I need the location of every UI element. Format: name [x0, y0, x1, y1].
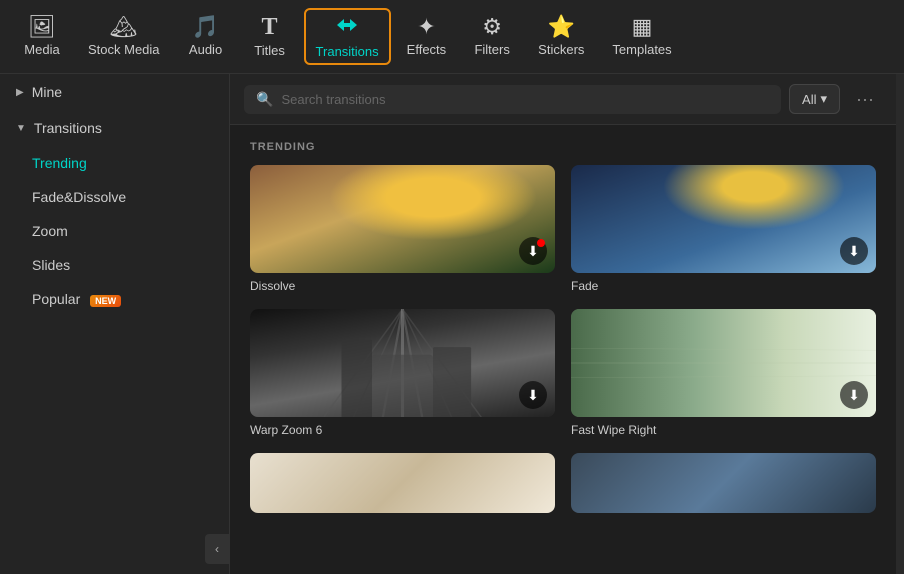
audio-icon: 🎵 — [192, 16, 219, 38]
thumbnail-fade: ⬇ — [571, 165, 876, 273]
download-warp-button[interactable]: ⬇ — [519, 381, 547, 409]
thumbnail-partial-1 — [250, 453, 555, 513]
sidebar-item-trending[interactable]: Trending — [0, 146, 229, 180]
stock-media-icon: 🏔 — [110, 16, 138, 38]
sidebar-section-transitions: ▼ Transitions Trending Fade&Dissolve Zoo… — [0, 110, 229, 316]
thumbnail-item-partial-1[interactable] — [250, 453, 555, 513]
thumbnail-item-fade[interactable]: ⬇ Fade — [571, 165, 876, 293]
sidebar-slides-label: Slides — [32, 257, 70, 273]
thumbnails-grid: ⬇ Dissolve ⬇ Fade — [250, 165, 876, 513]
thumbnail-warp-zoom: ⬇ — [250, 309, 555, 417]
thumbnail-partial-2 — [571, 453, 876, 513]
filter-dropdown[interactable]: All ▾ — [789, 84, 840, 114]
sidebar-mine-label: Mine — [32, 84, 62, 100]
thumbnail-fast-wipe-label: Fast Wipe Right — [571, 423, 876, 437]
sidebar-zoom-label: Zoom — [32, 223, 68, 239]
nav-item-effects[interactable]: ✦ Effects — [395, 10, 459, 63]
content-area: 🔍 All ▾ ··· TRENDING ⬇ Dissolve — [230, 74, 896, 574]
nav-item-stock-media[interactable]: 🏔 Stock Media — [76, 10, 172, 63]
top-nav: 🖼 Media 🏔 Stock Media 🎵 Audio T Titles T… — [0, 0, 904, 74]
media-icon: 🖼 — [28, 16, 56, 38]
nav-item-audio[interactable]: 🎵 Audio — [176, 10, 236, 63]
effects-icon: ✦ — [417, 16, 435, 38]
nav-label-stickers: Stickers — [538, 42, 584, 57]
thumbnail-item-warp-zoom[interactable]: ⬇ Warp Zoom 6 — [250, 309, 555, 437]
nav-item-stickers[interactable]: ⭐ Stickers — [526, 10, 596, 63]
titles-icon: T — [262, 15, 278, 39]
thumbnail-dissolve-label: Dissolve — [250, 279, 555, 293]
sidebar-header-mine[interactable]: ▶ Mine — [0, 74, 229, 110]
stickers-icon: ⭐ — [548, 16, 575, 38]
filters-icon: ⚙ — [482, 16, 502, 38]
search-bar: 🔍 All ▾ ··· — [230, 74, 896, 125]
download-fade-button[interactable]: ⬇ — [840, 237, 868, 265]
thumbnail-warp-label: Warp Zoom 6 — [250, 423, 555, 437]
search-input[interactable] — [281, 92, 769, 107]
thumbnail-fade-label: Fade — [571, 279, 876, 293]
thumbnail-item-dissolve[interactable]: ⬇ Dissolve — [250, 165, 555, 293]
thumbnail-item-fast-wipe[interactable]: ⬇ Fast Wipe Right — [571, 309, 876, 437]
nav-item-titles[interactable]: T Titles — [240, 9, 300, 64]
search-input-wrap: 🔍 — [244, 85, 781, 114]
grid-content: TRENDING ⬇ Dissolve ⬇ Fade — [230, 125, 896, 574]
sidebar-popular-label: Popular — [32, 291, 80, 307]
sidebar-item-popular[interactable]: Popular NEW — [0, 282, 229, 316]
search-icon: 🔍 — [256, 91, 273, 108]
templates-icon: ▦ — [632, 16, 653, 38]
nav-label-media: Media — [24, 42, 59, 57]
nav-item-filters[interactable]: ⚙ Filters — [462, 10, 522, 63]
sidebar-header-transitions[interactable]: ▼ Transitions — [0, 110, 229, 146]
nav-label-audio: Audio — [189, 42, 222, 57]
thumbnail-fast-wipe: ⬇ — [571, 309, 876, 417]
more-options-button[interactable]: ··· — [848, 85, 882, 114]
thumbnail-item-partial-2[interactable] — [571, 453, 876, 513]
section-label: TRENDING — [250, 141, 876, 153]
sidebar-trending-label: Trending — [32, 155, 87, 171]
sidebar: ▶ Mine ▼ Transitions Trending Fade&Disso… — [0, 74, 230, 574]
transitions-arrow-icon: ▼ — [16, 123, 26, 134]
sidebar-transitions-label: Transitions — [34, 120, 102, 136]
nav-label-filters: Filters — [474, 42, 509, 57]
sidebar-item-zoom[interactable]: Zoom — [0, 214, 229, 248]
nav-label-transitions: Transitions — [316, 44, 379, 59]
sidebar-fade-dissolve-label: Fade&Dissolve — [32, 189, 126, 205]
main-area: ▶ Mine ▼ Transitions Trending Fade&Disso… — [0, 74, 904, 574]
filter-label: All — [802, 92, 816, 107]
sidebar-item-fade-dissolve[interactable]: Fade&Dissolve — [0, 180, 229, 214]
nav-item-media[interactable]: 🖼 Media — [12, 10, 72, 63]
nav-item-templates[interactable]: ▦ Templates — [600, 10, 683, 63]
nav-label-effects: Effects — [407, 42, 447, 57]
filter-chevron-icon: ▾ — [820, 91, 827, 107]
nav-label-stock-media: Stock Media — [88, 42, 160, 57]
sidebar-section-mine: ▶ Mine — [0, 74, 229, 110]
scroll-track[interactable] — [896, 74, 904, 574]
new-badge: NEW — [90, 295, 121, 307]
nav-label-titles: Titles — [254, 43, 285, 58]
mine-arrow-icon: ▶ — [16, 87, 24, 98]
thumbnail-dissolve: ⬇ — [250, 165, 555, 273]
download-fast-wipe-button[interactable]: ⬇ — [840, 381, 868, 409]
download-dissolve-button[interactable]: ⬇ — [519, 237, 547, 265]
sidebar-collapse-button[interactable]: ‹ — [205, 534, 229, 564]
nav-label-templates: Templates — [612, 42, 671, 57]
nav-item-transitions[interactable]: Transitions — [304, 8, 391, 65]
transitions-icon — [334, 14, 360, 40]
collapse-icon: ‹ — [215, 542, 219, 556]
sidebar-item-slides[interactable]: Slides — [0, 248, 229, 282]
